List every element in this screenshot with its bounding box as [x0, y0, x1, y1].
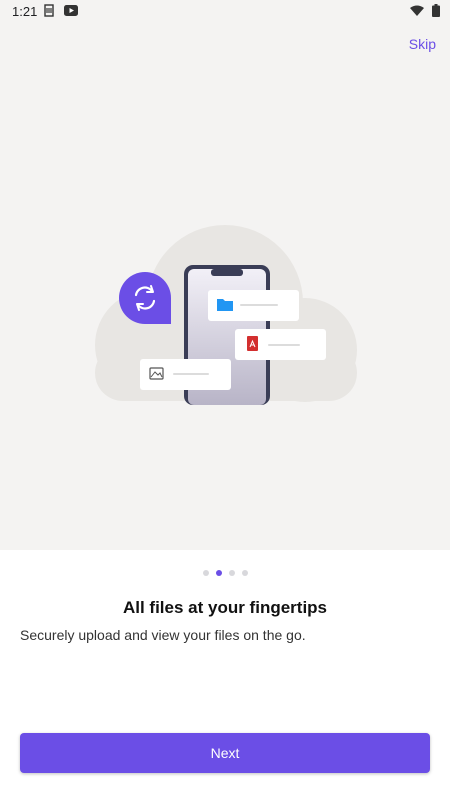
next-button[interactable]: Next: [20, 733, 430, 773]
pdf-icon: [247, 336, 258, 351]
onboarding-title: All files at your fingertips: [122, 598, 328, 617]
page-dot: [228, 570, 235, 576]
onboarding-illustration: [95, 225, 357, 405]
status-bar: 1:21: [0, 0, 450, 22]
sync-icon: [119, 272, 171, 324]
page-dot: [241, 570, 248, 576]
skip-button[interactable]: Skip: [409, 36, 436, 52]
page-indicator: [0, 570, 450, 576]
wifi-icon: [410, 5, 424, 16]
image-file-card: [140, 359, 231, 390]
youtube-icon: [64, 5, 78, 16]
status-time: 1:21: [12, 4, 38, 19]
page-dot: [202, 570, 209, 576]
page-dot-active: [215, 570, 222, 576]
sim-icon: [44, 4, 54, 17]
onboarding-description: Securely upload and view your files on t…: [20, 627, 306, 643]
battery-icon: [432, 4, 440, 17]
illustration-panel: 1:21 Skip: [0, 0, 450, 550]
pdf-file-card: [235, 329, 326, 360]
folder-file-card: [208, 290, 299, 321]
